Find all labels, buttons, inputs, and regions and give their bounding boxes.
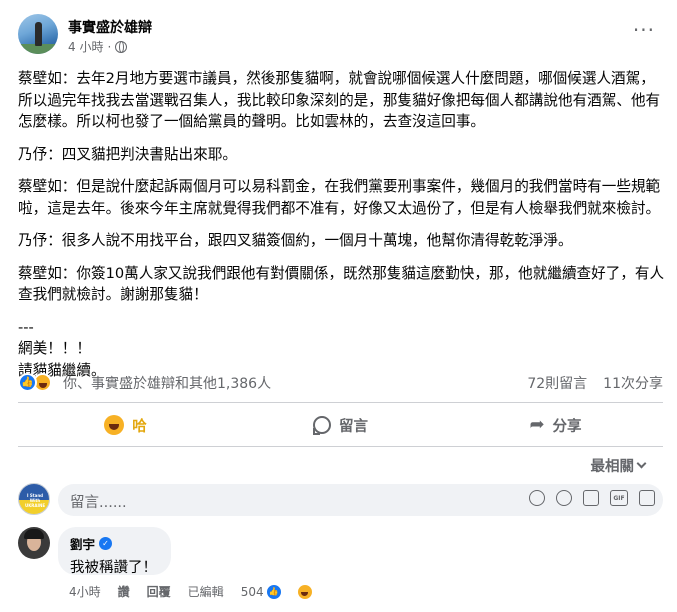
meta-separator: · [107,39,112,54]
gif-icon[interactable]: GIF [610,490,628,506]
avatar-caption: I Stand With UKRAINE [24,493,46,508]
comment-icon [313,416,331,435]
haha-label: 哈 [132,418,147,435]
shares-count[interactable]: 11次分享 [603,373,663,393]
commenter-avatar[interactable] [18,527,50,559]
more-options-icon[interactable]: ··· [633,20,655,40]
comments-count[interactable]: 72則留言 [527,373,587,393]
post-actions: 哈 留言 ➦ 分享 [18,408,663,442]
comment-bubble: 劉宇 ✓ 我被稱讚了！ [58,527,171,576]
avatar-sticker-icon[interactable] [529,490,545,506]
comment-button[interactable]: 留言 [233,408,448,442]
page-avatar[interactable] [18,14,58,54]
comment-meta: 4小時 讚 回覆 已編輯 504 👍 [69,583,347,600]
share-label: 分享 [552,418,582,435]
divider [18,446,663,447]
share-icon: ➦ [529,414,545,435]
comment-sort-dropdown[interactable]: 最相關 [590,455,647,476]
comment-reply-button[interactable]: 回覆 [147,583,171,600]
post-header: 事實盛於雄辯 4 小時 · ··· [18,14,677,62]
post-paragraph: 蔡壁如：去年2月地方要選市議員，然後那隻貓啊，就會說哪個候選人什麼問題，哪個候選… [18,70,661,130]
sticker-icon[interactable] [639,490,655,506]
share-button[interactable]: ➦ 分享 [448,408,663,442]
avatar-hair [24,529,44,539]
post-paragraph: 乃伃：很多人說不用找平台，跟四叉貓簽個約，一個月十萬塊，他幫你清得乾乾淨淨。 [18,232,573,249]
comment-text: 我被稱讚了！ [70,560,157,576]
comment-time[interactable]: 4小時 [69,583,101,600]
post-body: 蔡壁如：去年2月地方要選市議員，然後那隻貓啊，就會說哪個候選人什麼問題，哪個候選… [18,68,668,381]
comment-placeholder: 留言...... [70,495,127,511]
commenter-name-row: 劉宇 ✓ [70,534,159,553]
like-reaction-icon: 👍 [18,373,37,392]
page-name[interactable]: 事實盛於雄辯 [68,17,152,37]
haha-icon [104,415,125,435]
camera-icon[interactable] [583,490,599,506]
chevron-down-icon [636,458,647,469]
post-paragraph: 蔡壁如：但是說什麼起訴兩個月可以易科罰金，在我們黨要刑事案件，幾個月的我們當時有… [18,178,661,217]
post-closing-line: --- [18,318,34,336]
reaction-icons[interactable]: 👍 [18,373,52,392]
post-paragraph: 乃伃：四叉貓把判決書貼出來耶。 [18,145,237,163]
comment-reactions[interactable]: 👍 [265,583,330,600]
emoji-icon[interactable] [556,490,572,506]
comment-reaction-count[interactable]: 504 [241,585,264,599]
post-closing-line: 網美！！！ [18,340,91,357]
comment-label: 留言 [339,418,368,435]
haha-reaction-icon [296,583,313,600]
verified-badge-icon: ✓ [99,537,113,550]
post-meta: 4 小時 · [68,38,128,55]
comment-edited-label[interactable]: 已編輯 [188,583,224,600]
avatar-figure [35,22,42,46]
commenter-name[interactable]: 劉宇 [70,534,95,553]
like-reaction-icon: 👍 [265,583,282,600]
composer-tools: GIF [529,490,655,506]
reactors-summary[interactable]: 你、事實盛於雄辯和其他1,386人 [63,373,271,393]
post-paragraph: 蔡壁如：你簽10萬人家又說我們跟他有對價關係，既然那隻貓這麼勤快，那，他就繼續查… [18,264,665,304]
globe-icon [115,40,128,53]
comment-input[interactable]: 留言...... GIF [58,484,663,516]
haha-button[interactable]: 哈 [18,408,233,442]
sort-label: 最相關 [590,459,635,475]
divider [18,402,663,403]
my-avatar[interactable]: I Stand With UKRAINE [18,483,50,515]
comment-like-button[interactable]: 讚 [118,583,130,600]
reactions-bar: 👍 你、事實盛於雄辯和其他1,386人 72則留言 11次分享 [18,372,663,394]
engagement-counts: 72則留言 11次分享 [527,373,663,393]
post-time[interactable]: 4 小時 [68,38,103,55]
